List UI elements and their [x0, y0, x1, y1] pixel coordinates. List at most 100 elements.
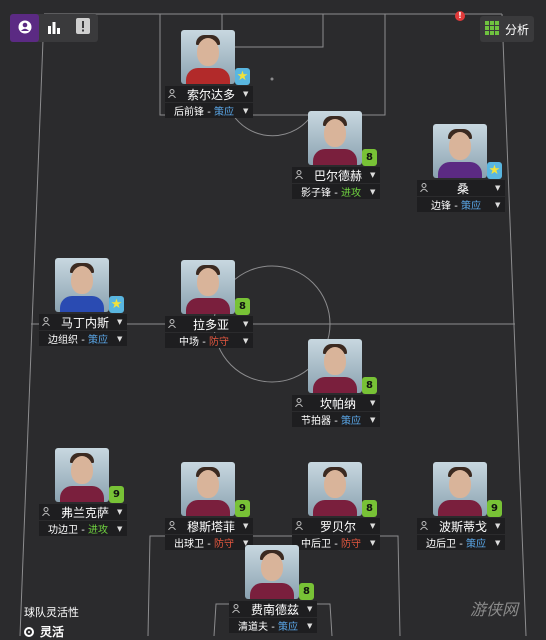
player-name-dropdown[interactable]: 坎帕纳 ▼	[292, 395, 380, 411]
star-icon: ★	[235, 68, 250, 85]
player-view-button[interactable]	[10, 14, 39, 42]
player-card[interactable]: ★ 马丁内斯 ▼ 边组织 - 策应 ▼	[39, 258, 127, 348]
caret-down-icon: ▼	[117, 318, 123, 326]
caret-down-icon: ▼	[117, 508, 123, 516]
notification-dot: !	[455, 11, 465, 21]
player-portrait[interactable]	[181, 260, 235, 314]
player-name-dropdown[interactable]: 弗兰克萨 ▼	[39, 504, 127, 520]
player-name-dropdown[interactable]: 穆斯塔菲 ▼	[165, 518, 253, 534]
alert-view-button[interactable]	[68, 14, 97, 42]
player-name: 费南德兹	[250, 602, 299, 617]
player-name: 坎帕纳	[319, 396, 356, 411]
player-portrait[interactable]	[245, 545, 299, 599]
player-card[interactable]: 8 巴尔德赫 ▼ 影子锋 - 进攻 ▼	[292, 111, 380, 201]
caret-down-icon: ▼	[243, 90, 249, 98]
player-card[interactable]: 8 坎帕纳 ▼ 节拍器 - 策应 ▼	[292, 339, 380, 429]
player-card[interactable]: ★ 索尔达多 ▼ 后前锋 - 策应 ▼	[165, 30, 253, 120]
player-name-dropdown[interactable]: 波斯蒂戈 ▼	[417, 518, 505, 534]
person-icon	[292, 169, 306, 181]
analysis-button[interactable]: 分析	[480, 16, 534, 42]
player-name-dropdown[interactable]: 桑 ▼	[417, 180, 505, 196]
player-duty: 策应	[465, 539, 486, 550]
player-role: 边锋	[431, 201, 451, 212]
player-name-dropdown[interactable]: 拉多亚 ▼	[165, 316, 253, 332]
rating-badge: 8	[362, 149, 377, 166]
rating-badge: 8	[362, 500, 377, 517]
radio-icon	[24, 626, 34, 637]
caret-down-icon: ▼	[307, 621, 313, 630]
player-portrait[interactable]	[181, 30, 235, 84]
rating-badge: 8	[235, 298, 250, 315]
player-role-dropdown[interactable]: 后前锋 - 策应 ▼	[165, 103, 253, 118]
player-card[interactable]: 9 弗兰克萨 ▼ 功边卫 - 进攻 ▼	[39, 448, 127, 538]
person-icon	[292, 520, 306, 532]
player-role-dropdown[interactable]: 影子锋 - 进攻 ▼	[292, 184, 380, 199]
player-card[interactable]: 8 费南德兹 ▼ 清道夫 - 策应 ▼	[229, 545, 317, 635]
rating-badge: 8	[362, 377, 377, 394]
player-duty: 策应	[87, 335, 108, 346]
person-icon	[165, 520, 179, 532]
caret-down-icon: ▼	[307, 605, 313, 613]
player-card[interactable]: 9 穆斯塔菲 ▼ 出球卫 - 防守 ▼	[165, 462, 253, 552]
player-role-dropdown[interactable]: 边组织 - 策应 ▼	[39, 331, 127, 346]
team-flexibility: 球队灵活性 灵活	[24, 604, 79, 640]
team-flexibility-option[interactable]: 灵活	[24, 623, 79, 640]
player-name-dropdown[interactable]: 罗贝尔 ▼	[292, 518, 380, 534]
analysis-label: 分析	[504, 22, 529, 37]
player-card[interactable]: 8 拉多亚 ▼ 中场 - 防守 ▼	[165, 260, 253, 350]
caret-down-icon: ▼	[370, 522, 376, 530]
player-card[interactable]: 9 波斯蒂戈 ▼ 边后卫 - 策应 ▼	[417, 462, 505, 552]
stats-view-button[interactable]	[39, 14, 68, 42]
player-portrait[interactable]	[433, 124, 487, 178]
player-role: 边后卫	[426, 539, 456, 550]
player-name: 巴尔德赫	[313, 168, 362, 183]
player-portrait[interactable]	[308, 339, 362, 393]
caret-down-icon: ▼	[370, 399, 376, 407]
caret-down-icon: ▼	[495, 184, 501, 192]
player-name-dropdown[interactable]: 索尔达多 ▼	[165, 86, 253, 102]
player-name-dropdown[interactable]: 费南德兹 ▼	[229, 601, 317, 617]
person-icon	[417, 520, 431, 532]
player-duty: 防守	[340, 539, 361, 550]
star-icon: ★	[109, 296, 124, 313]
player-role-dropdown[interactable]: 中场 - 防守 ▼	[165, 333, 253, 348]
person-icon	[165, 318, 179, 330]
player-duty: 防守	[208, 337, 229, 348]
player-role: 边组织	[48, 335, 78, 346]
caret-down-icon: ▼	[243, 320, 249, 328]
player-portrait[interactable]	[55, 258, 109, 312]
player-role-dropdown[interactable]: 清道夫 - 策应 ▼	[229, 618, 317, 633]
player-duty: 策应	[460, 201, 481, 212]
caret-down-icon: ▼	[370, 415, 376, 424]
player-card[interactable]: 8 罗贝尔 ▼ 中后卫 - 防守 ▼	[292, 462, 380, 552]
player-portrait[interactable]	[308, 462, 362, 516]
person-icon	[18, 19, 32, 38]
player-name: 穆斯塔菲	[186, 519, 235, 534]
player-duty: 策应	[277, 622, 298, 633]
player-name-dropdown[interactable]: 巴尔德赫 ▼	[292, 167, 380, 183]
caret-down-icon: ▼	[117, 524, 123, 533]
player-role: 后前锋	[174, 107, 204, 118]
player-portrait[interactable]	[308, 111, 362, 165]
player-role-dropdown[interactable]: 功边卫 - 进攻 ▼	[39, 521, 127, 536]
player-role-dropdown[interactable]: 边锋 - 策应 ▼	[417, 197, 505, 212]
person-icon	[39, 316, 53, 328]
caret-down-icon: ▼	[495, 538, 501, 547]
player-portrait[interactable]	[433, 462, 487, 516]
player-portrait[interactable]	[181, 462, 235, 516]
player-name: 索尔达多	[186, 87, 235, 102]
rating-badge: 8	[299, 583, 314, 600]
bar-chart-icon	[47, 19, 61, 38]
player-name-dropdown[interactable]: 马丁内斯 ▼	[39, 314, 127, 330]
player-portrait[interactable]	[55, 448, 109, 502]
player-role-dropdown[interactable]: 边后卫 - 策应 ▼	[417, 535, 505, 550]
player-role-dropdown[interactable]: 节拍器 - 策应 ▼	[292, 412, 380, 427]
caret-down-icon: ▼	[370, 171, 376, 179]
player-card[interactable]: ★ 桑 ▼ 边锋 - 策应 ▼	[417, 124, 505, 214]
player-name: 桑	[456, 181, 469, 196]
view-toolbar	[10, 14, 98, 42]
caret-down-icon: ▼	[370, 538, 376, 547]
role-separator: -	[81, 525, 88, 536]
caret-down-icon: ▼	[370, 187, 376, 196]
role-separator: -	[334, 539, 341, 550]
